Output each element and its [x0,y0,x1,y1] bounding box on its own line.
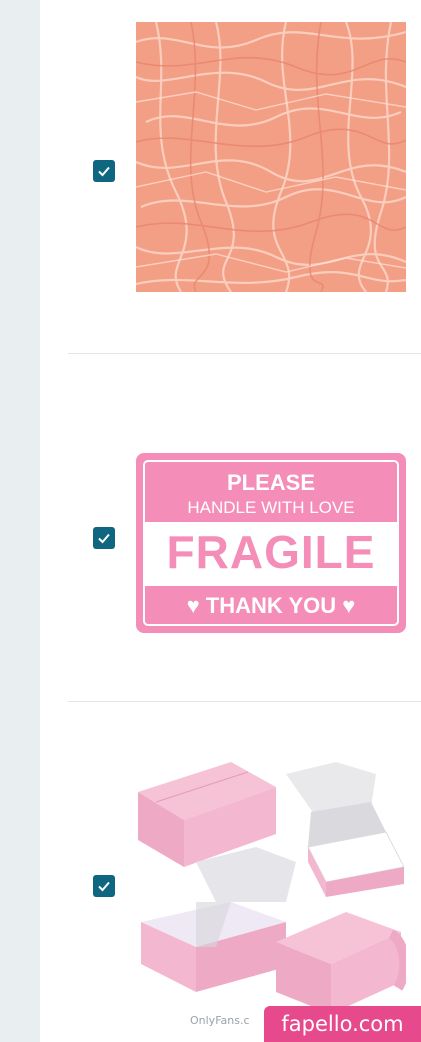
item-3-checkbox[interactable] [93,875,115,897]
row-divider [68,353,421,354]
fragile-sticker-image: PLEASE HANDLE WITH LOVE FRAGILE ♥ THANK … [136,453,406,633]
check-icon [98,881,110,892]
left-sidebar [0,0,40,1042]
mailer-boxes-image [136,752,406,1022]
shredded-paper-texture [136,22,406,292]
mailer-boxes-illustration [138,762,406,1014]
check-icon [98,166,110,177]
sticker-line-thankyou: ♥ THANK YOU ♥ [186,593,356,618]
sticker-line-fragile: FRAGILE [166,526,376,578]
shredded-paper-image [136,22,406,292]
onlyfans-watermark: OnlyFans.c [190,1014,250,1027]
fapello-badge: fapello.com [264,1006,421,1042]
check-icon [98,533,110,544]
sticker-line-handle: HANDLE WITH LOVE [187,498,355,517]
sticker-line-please: PLEASE [226,470,316,495]
item-1-checkbox[interactable] [93,160,115,182]
sticker-border: PLEASE HANDLE WITH LOVE FRAGILE ♥ THANK … [143,460,399,626]
row-divider [68,701,421,702]
item-2-checkbox[interactable] [93,527,115,549]
